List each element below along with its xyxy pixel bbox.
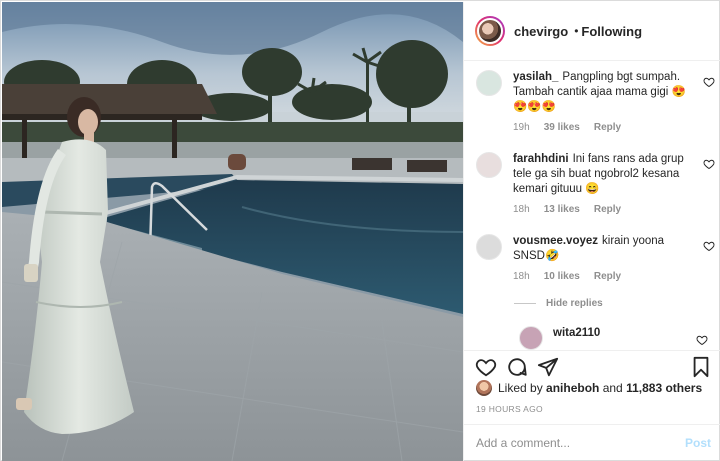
comment-likes[interactable]: 39 likes	[544, 122, 580, 133]
reply-body: wita2110	[553, 326, 720, 341]
action-bar	[464, 350, 720, 378]
commenter-avatar[interactable]	[476, 152, 502, 178]
hide-replies-label: Hide replies	[546, 298, 603, 309]
commenter-avatar[interactable]	[476, 70, 502, 96]
comment-heart-icon[interactable]	[703, 76, 715, 88]
comment-time[interactable]: 18h	[513, 204, 530, 215]
comment-body: farahhdini Ini fans rans ada grup tele ga…	[513, 152, 688, 197]
add-comment-bar: Post	[464, 424, 720, 461]
reply-button[interactable]: Reply	[594, 122, 621, 133]
reply-button[interactable]: Reply	[594, 271, 621, 282]
post-photo[interactable]	[2, 2, 463, 461]
comments-list[interactable]: yasilah_ Pangpling bgt sumpah. Tambah can…	[464, 62, 720, 350]
comment-icon[interactable]	[506, 356, 528, 378]
likes-summary: Liked by aniheboh and 11,883 others	[476, 380, 702, 396]
header-separator: •	[574, 24, 579, 38]
instagram-post-window: chevirgo • Following yasilah_ Pangpling b…	[0, 0, 720, 461]
bookmark-icon[interactable]	[690, 356, 712, 378]
liked-by-prefix: Liked by	[498, 381, 547, 395]
reply-username[interactable]: wita2110	[553, 327, 600, 339]
comment-heart-icon[interactable]	[703, 240, 715, 252]
share-icon[interactable]	[537, 356, 559, 378]
comment-body: vousmee.voyez kirain yoona SNSD🤣	[513, 234, 688, 264]
post-timestamp[interactable]: 19 HOURS AGO	[476, 404, 543, 414]
reply-avatar[interactable]	[519, 326, 543, 350]
author-avatar[interactable]	[475, 16, 505, 46]
comment-likes[interactable]: 13 likes	[544, 204, 580, 215]
following-button[interactable]: Following	[581, 24, 642, 39]
comment-time[interactable]: 19h	[513, 122, 530, 133]
comment-username[interactable]: yasilah_	[513, 71, 558, 83]
liked-by-avatar[interactable]	[476, 380, 492, 396]
heart-icon[interactable]	[475, 356, 497, 378]
poolside-photo	[2, 2, 463, 461]
add-comment-input[interactable]	[476, 436, 666, 450]
comment-username[interactable]: vousmee.voyez	[513, 235, 598, 247]
commenter-avatar[interactable]	[476, 234, 502, 260]
post-comment-button[interactable]: Post	[685, 436, 711, 450]
comment-time[interactable]: 18h	[513, 271, 530, 282]
post-header: chevirgo • Following	[464, 2, 720, 61]
reply-heart-icon[interactable]	[696, 334, 708, 346]
liked-by-middle: and	[599, 381, 627, 395]
liked-by-user[interactable]: aniheboh	[546, 381, 599, 395]
comment-meta: 18h 13 likes Reply	[513, 204, 635, 215]
comment-meta: 19h 39 likes Reply	[513, 122, 635, 133]
hide-replies-toggle[interactable]: Hide replies	[514, 298, 603, 309]
hide-replies-line	[514, 303, 536, 304]
liked-by-others[interactable]: 11,883 others	[626, 381, 702, 395]
comment-body: yasilah_ Pangpling bgt sumpah. Tambah can…	[513, 70, 688, 115]
comment-heart-icon[interactable]	[703, 158, 715, 170]
reply-button[interactable]: Reply	[594, 204, 621, 215]
post-side-panel: chevirgo • Following yasilah_ Pangpling b…	[463, 2, 720, 461]
comment-likes[interactable]: 10 likes	[544, 271, 580, 282]
author-username[interactable]: chevirgo	[514, 24, 568, 39]
comment-meta: 18h 10 likes Reply	[513, 271, 635, 282]
comment-username[interactable]: farahhdini	[513, 153, 569, 165]
